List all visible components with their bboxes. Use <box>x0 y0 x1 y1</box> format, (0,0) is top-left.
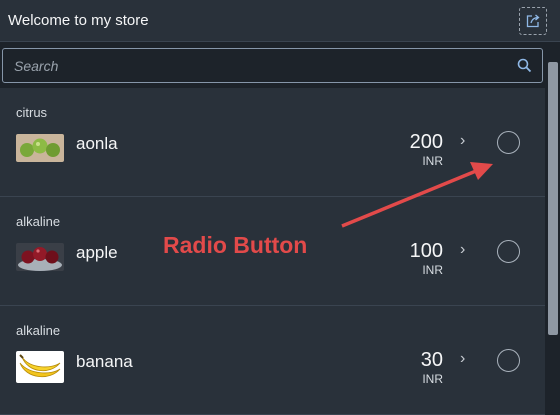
product-image <box>16 351 64 383</box>
chevron-right-icon: › <box>460 241 466 258</box>
scrollbar[interactable] <box>545 42 560 415</box>
item-name: banana <box>76 352 133 371</box>
search-icon[interactable] <box>517 58 532 78</box>
item-currency: INR <box>422 372 443 386</box>
search-bar <box>2 48 543 83</box>
annotation-label: Radio Button <box>163 232 308 258</box>
item-category: citrus <box>16 105 48 120</box>
chevron-right-icon: › <box>460 350 466 367</box>
page-title: Welcome to my store <box>8 12 149 29</box>
share-button[interactable] <box>519 7 547 35</box>
radio-button[interactable] <box>497 349 520 372</box>
item-name: apple <box>76 243 118 262</box>
item-price: 100 <box>409 240 443 262</box>
radio-button[interactable] <box>497 131 520 154</box>
item-currency: INR <box>422 263 443 277</box>
product-image <box>16 243 64 271</box>
search-input[interactable] <box>3 49 503 82</box>
radio-button[interactable] <box>497 240 520 263</box>
item-category: alkaline <box>16 323 61 338</box>
chevron-right-icon: › <box>460 132 466 149</box>
scrollbar-thumb[interactable] <box>548 62 558 335</box>
item-price: 200 <box>409 131 443 153</box>
list-item[interactable]: citrus aonla 200 INR › <box>0 88 545 197</box>
header-bar: Welcome to my store <box>0 0 560 42</box>
product-image <box>16 134 64 162</box>
list-item[interactable]: alkaline banana 30 INR › <box>0 306 545 415</box>
item-price: 30 <box>420 349 443 371</box>
share-icon <box>526 14 540 28</box>
item-name: aonla <box>76 134 118 153</box>
item-category: alkaline <box>16 214 61 229</box>
item-currency: INR <box>422 154 443 168</box>
